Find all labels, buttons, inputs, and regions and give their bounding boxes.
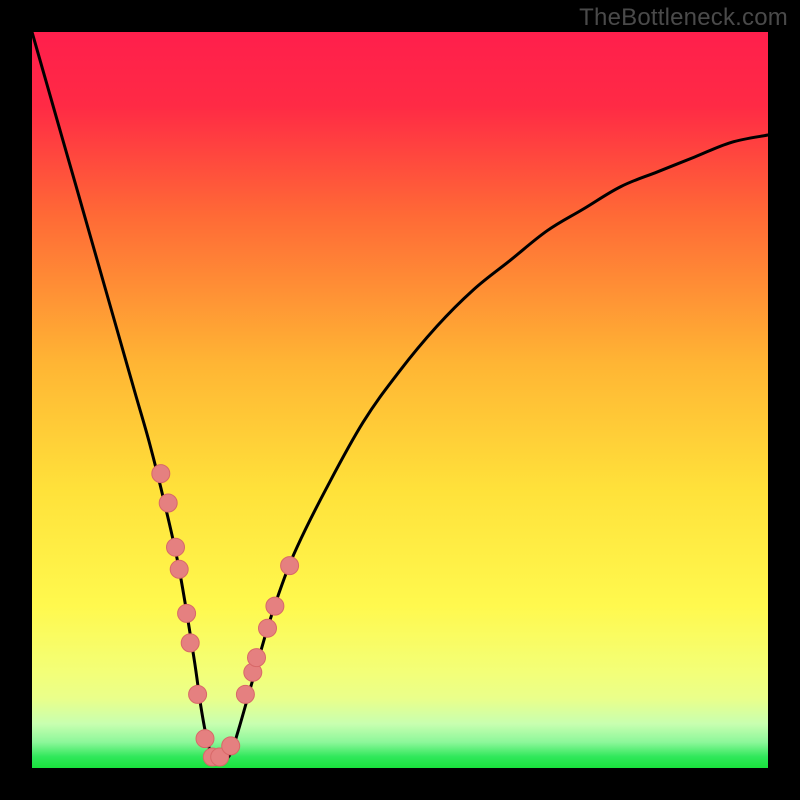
marker-dot bbox=[236, 685, 254, 703]
marker-dot bbox=[189, 685, 207, 703]
watermark-text: TheBottleneck.com bbox=[579, 4, 788, 32]
marker-dot bbox=[248, 649, 266, 667]
marker-dot bbox=[181, 634, 199, 652]
bottleneck-curve bbox=[32, 32, 768, 762]
marker-dot bbox=[266, 597, 284, 615]
marker-dot bbox=[178, 604, 196, 622]
chart-frame: TheBottleneck.com bbox=[0, 0, 800, 800]
marker-dots bbox=[152, 465, 299, 766]
marker-dot bbox=[281, 557, 299, 575]
marker-dot bbox=[152, 465, 170, 483]
marker-dot bbox=[222, 737, 240, 755]
plot-area bbox=[32, 32, 768, 768]
marker-dot bbox=[259, 619, 277, 637]
marker-dot bbox=[159, 494, 177, 512]
curve-overlay bbox=[32, 32, 768, 768]
marker-dot bbox=[170, 560, 188, 578]
bottleneck-curve-path bbox=[32, 32, 768, 762]
marker-dot bbox=[196, 730, 214, 748]
marker-dot bbox=[167, 538, 185, 556]
